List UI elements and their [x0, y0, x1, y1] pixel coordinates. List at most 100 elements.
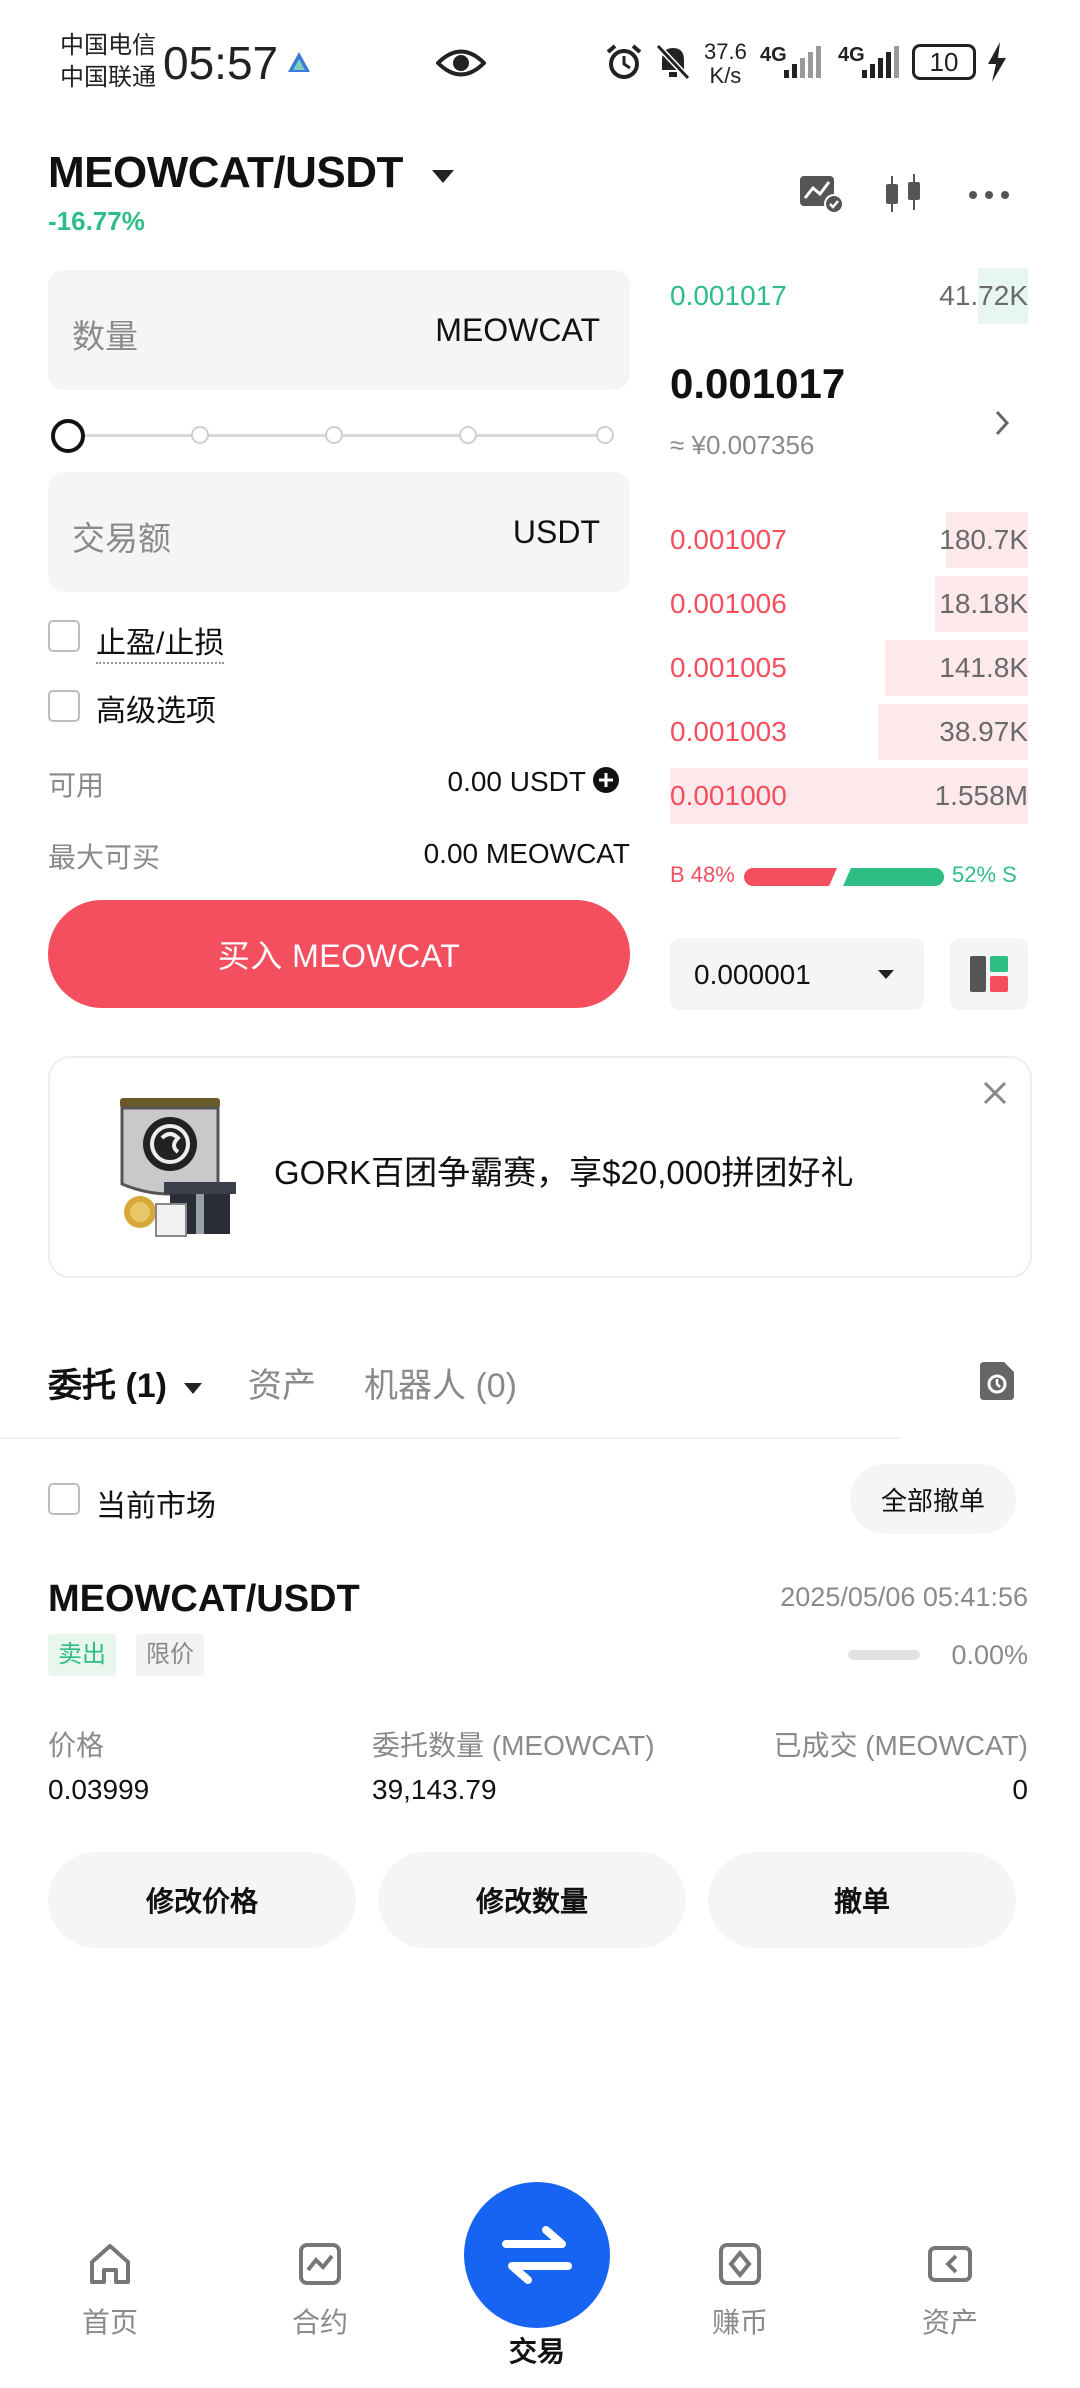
tab-orders-label: 委托 (1): [48, 1367, 167, 1405]
sell-ratio-bar: [843, 868, 944, 886]
fill-percent: 0.00%: [951, 1640, 1028, 1670]
cancel-all-button[interactable]: 全部撤单: [850, 1464, 1016, 1534]
tp-sl-checkbox[interactable]: [48, 620, 80, 652]
order-qty-label: 委托数量 (MEOWCAT): [372, 1730, 655, 1761]
price-label: 价格: [48, 1730, 105, 1761]
order-side-badge: 卖出: [48, 1634, 116, 1676]
app-notification-icon: [288, 52, 310, 72]
net-speed-value: 37.6: [704, 39, 747, 64]
carrier-info: 中国电信 中国联通: [60, 30, 156, 94]
order-time: 2025/05/06 05:41:56: [780, 1582, 1028, 1612]
swap-icon: [502, 2226, 572, 2284]
nav-trade-label[interactable]: 交易: [470, 2330, 604, 2370]
carrier-2: 中国联通: [60, 64, 156, 91]
bid-qty: 141.8K: [939, 652, 1028, 683]
nav-assets[interactable]: 资产: [880, 2240, 1020, 2341]
net-speed-unit: K/s: [709, 63, 742, 88]
buy-button[interactable]: 买入 MEOWCAT: [48, 900, 630, 1008]
chevron-down-icon: [184, 1382, 203, 1394]
bid-qty: 38.97K: [939, 716, 1028, 747]
close-icon[interactable]: [982, 1080, 1008, 1106]
pair-selector[interactable]: MEOWCAT/USDT: [48, 148, 403, 198]
bid-qty: 180.7K: [939, 524, 1028, 555]
current-market-checkbox[interactable]: [48, 1483, 80, 1515]
max-buy-label: 最大可买: [48, 842, 161, 873]
fill-progress-bar: [848, 1650, 920, 1660]
orderbook-layout-button[interactable]: [950, 938, 1028, 1010]
tab-divider: [0, 1437, 900, 1439]
chevron-down-icon: [878, 970, 894, 979]
tab-bots[interactable]: 机器人 (0): [364, 1358, 517, 1407]
nav-home[interactable]: 首页: [40, 2240, 180, 2341]
orderbook-bid-row[interactable]: 0.001006 18.18K: [670, 576, 1028, 632]
candlestick-chart-icon[interactable]: [880, 170, 930, 220]
network-speed: 37.6 K/s: [704, 40, 747, 88]
nav-home-label: 首页: [81, 2307, 138, 2338]
nav-earn[interactable]: 赚币: [670, 2240, 810, 2341]
top-row-price: 0.001017: [670, 280, 787, 311]
orderbook-top-row[interactable]: 0.001017 41.72K: [670, 268, 1028, 324]
trade-fab[interactable]: [464, 2182, 610, 2328]
sell-ratio-label: 52% S: [952, 862, 1017, 887]
chart-settings-icon[interactable]: [796, 170, 846, 220]
nav-earn-label: 赚币: [711, 2307, 768, 2338]
amount-slider-handle[interactable]: [51, 419, 85, 453]
battery-level: 10: [929, 47, 959, 77]
slider-step-25[interactable]: [191, 426, 209, 444]
add-funds-icon[interactable]: [592, 766, 620, 794]
available-value: 0.00 USDT: [447, 766, 587, 797]
cancel-order-button[interactable]: 撤单: [708, 1852, 1016, 1948]
orderbook-bid-row[interactable]: 0.001007 180.7K: [670, 512, 1028, 568]
top-row-qty: 41.72K: [939, 280, 1028, 311]
amount-placeholder: 数量: [72, 318, 138, 355]
slider-step-100[interactable]: [596, 426, 614, 444]
more-icon[interactable]: [964, 170, 1014, 220]
order-pair[interactable]: MEOWCAT/USDT: [48, 1578, 360, 1621]
orderbook-bid-row[interactable]: 0.001003 38.97K: [670, 704, 1028, 760]
total-placeholder: 交易额: [72, 520, 171, 557]
bid-price: 0.001000: [670, 780, 787, 811]
bid-price: 0.001007: [670, 524, 787, 555]
clock: 05:57: [163, 37, 279, 89]
amount-unit: MEOWCAT: [435, 312, 600, 348]
modify-price-button[interactable]: 修改价格: [48, 1852, 356, 1948]
gift-trophy-icon: [120, 1098, 236, 1237]
advanced-options-checkbox[interactable]: [48, 690, 80, 722]
charging-icon: [988, 42, 1006, 82]
nav-assets-label: 资产: [921, 2307, 978, 2338]
orderbook-layout-icon: [970, 956, 1008, 992]
orderbook-bid-row[interactable]: 0.001005 141.8K: [670, 640, 1028, 696]
slider-step-75[interactable]: [459, 426, 477, 444]
order-type-badge: 限价: [136, 1634, 204, 1676]
order-price: 0.03999: [48, 1774, 150, 1805]
filled-label: 已成交 (MEOWCAT): [773, 1730, 1028, 1761]
current-market-label[interactable]: 当前市场: [96, 1481, 216, 1525]
total-input[interactable]: 交易额 USDT: [48, 472, 630, 592]
nav-futures[interactable]: 合约: [250, 2240, 390, 2341]
amount-input[interactable]: 数量 MEOWCAT: [48, 270, 630, 390]
tp-sl-label[interactable]: 止盈/止损: [96, 618, 225, 664]
modify-qty-button[interactable]: 修改数量: [378, 1852, 686, 1948]
chevron-right-icon[interactable]: [992, 408, 1012, 438]
promo-banner[interactable]: GORK百团争霸赛，享$20,000拼团好礼: [48, 1056, 1032, 1278]
carrier-1: 中国电信: [60, 32, 156, 59]
total-unit: USDT: [512, 514, 600, 550]
order-history-icon[interactable]: [978, 1360, 1016, 1402]
bid-qty: 18.18K: [939, 588, 1028, 619]
promo-banner-text: GORK百团争霸赛，享$20,000拼团好礼: [274, 1154, 854, 1191]
signal-1-icon: [784, 46, 821, 78]
chevron-down-icon[interactable]: [432, 170, 454, 183]
available-label: 可用: [48, 770, 105, 801]
tab-orders[interactable]: 委托 (1): [48, 1358, 203, 1407]
orderbook-bid-row[interactable]: 0.001000 1.558M: [670, 768, 1028, 824]
mute-icon: [655, 43, 691, 81]
tab-assets[interactable]: 资产: [248, 1358, 316, 1407]
buy-ratio-label: B 48%: [670, 862, 735, 887]
precision-selector[interactable]: 0.000001: [670, 938, 924, 1010]
price-change-percent: -16.77%: [48, 206, 145, 236]
last-price: 0.001017: [670, 360, 846, 407]
advanced-options-label[interactable]: 高级选项: [96, 686, 216, 730]
precision-value: 0.000001: [694, 959, 811, 990]
slider-step-50[interactable]: [325, 426, 343, 444]
max-buy-value: 0.00 MEOWCAT: [423, 838, 630, 869]
